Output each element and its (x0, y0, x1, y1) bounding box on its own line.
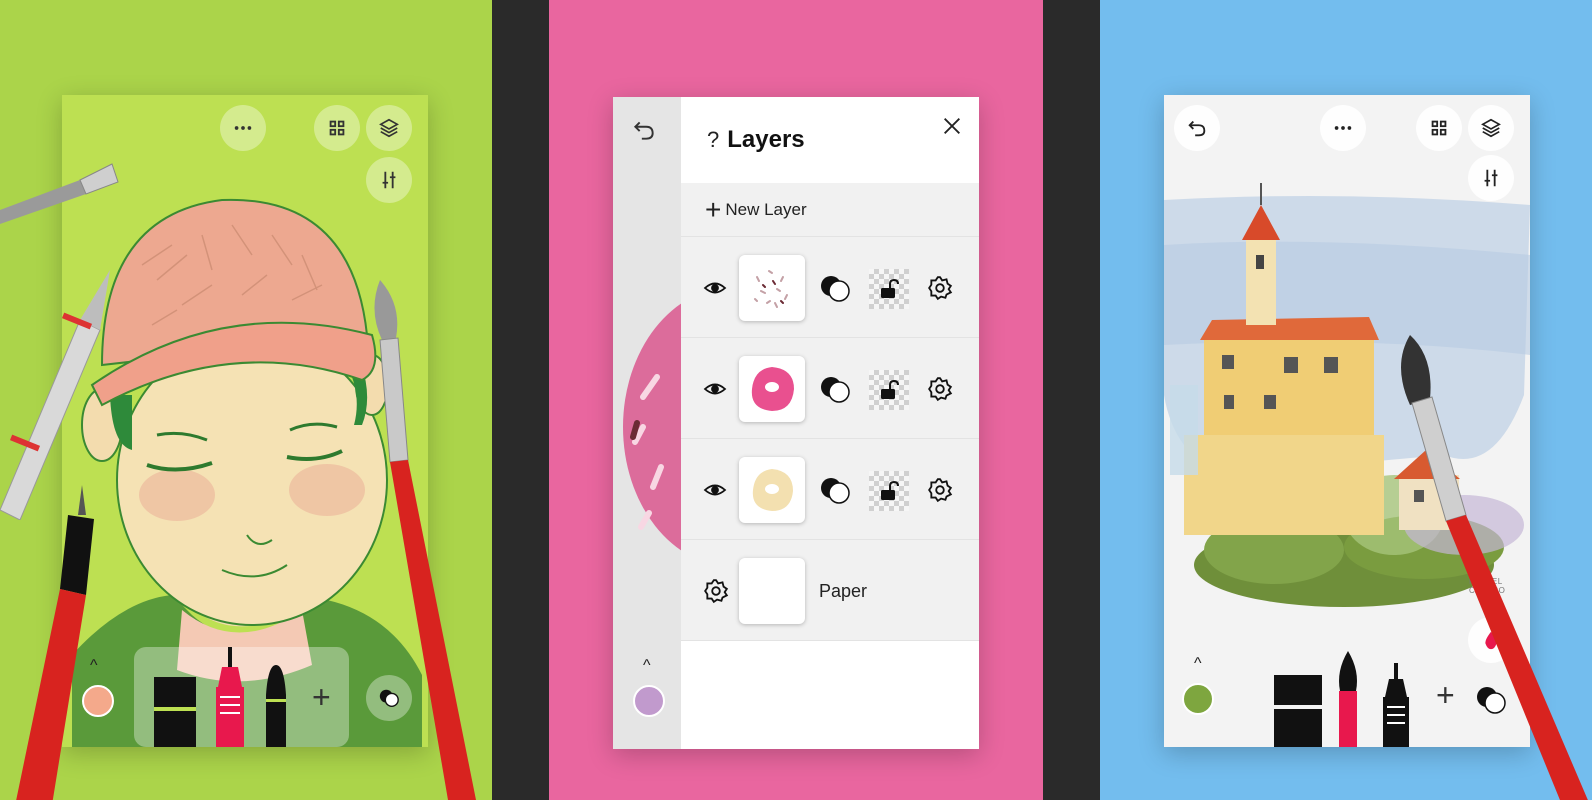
panel-layers: ^ ? Layers + New Layer Paper (549, 0, 1043, 800)
unlock-icon (881, 480, 899, 500)
color-swatch[interactable] (1182, 683, 1214, 715)
adjust-button[interactable] (1468, 155, 1514, 201)
more-icon (1334, 126, 1352, 130)
brush-tool-selected[interactable] (1334, 651, 1362, 747)
adjust-button[interactable] (366, 157, 412, 203)
alpha-lock-toggle[interactable] (869, 370, 909, 410)
pen-tool[interactable] (262, 665, 290, 747)
brush-tool-icon (1339, 651, 1357, 747)
alpha-lock-toggle[interactable] (869, 471, 909, 511)
color-swatch[interactable] (633, 685, 665, 717)
plus-icon: + (705, 193, 722, 225)
fineliner-tool-selected[interactable] (212, 647, 248, 747)
fineliner-tool-icon (216, 647, 244, 747)
layers-icon (1481, 118, 1501, 138)
sliders-icon (1484, 169, 1498, 187)
unlock-icon (881, 379, 899, 399)
eye-icon[interactable] (703, 377, 727, 401)
expand-caret-icon[interactable]: ^ (1194, 655, 1202, 673)
panel-portrait: ^ + (0, 0, 492, 800)
unlock-icon (881, 278, 899, 298)
cream-donut-thumbnail (752, 469, 793, 511)
undo-button[interactable] (631, 117, 657, 143)
help-icon[interactable]: ? (707, 127, 719, 153)
new-layer-label: New Layer (725, 199, 807, 219)
paper-layer-row[interactable]: Paper (681, 540, 979, 641)
gallery-button[interactable] (314, 105, 360, 151)
layers-title: Layers (727, 126, 805, 153)
flat-brush-illustration (0, 163, 119, 224)
undo-button[interactable] (1174, 105, 1220, 151)
paper-thumbnail[interactable] (739, 558, 805, 624)
layers-button[interactable] (366, 105, 412, 151)
gear-icon[interactable] (927, 275, 953, 301)
grid-icon (1431, 120, 1447, 136)
panel-watercolor: MIGUEL CASTRO ^ + (1100, 0, 1592, 800)
blend-mode-icon[interactable] (819, 374, 851, 404)
gallery-button[interactable] (1416, 105, 1462, 151)
gear-icon[interactable] (927, 477, 953, 503)
layer-thumbnail-pink-donut[interactable] (739, 356, 805, 422)
layer-row[interactable] (681, 439, 979, 540)
sprinkles-thumbnail (754, 270, 788, 308)
new-layer-button[interactable]: + New Layer (681, 183, 979, 237)
undo-icon (1188, 120, 1206, 137)
undo-icon (633, 121, 654, 140)
gear-icon[interactable] (703, 578, 729, 604)
pen-tool-icon (266, 665, 286, 747)
eye-icon[interactable] (703, 276, 727, 300)
grid-icon (329, 120, 345, 136)
layers-panel: ? Layers + New Layer Paper (681, 97, 979, 749)
blend-mode-icon[interactable] (819, 273, 851, 303)
gear-icon[interactable] (927, 376, 953, 402)
layer-row[interactable] (681, 338, 979, 439)
fineliner-illustration (16, 485, 94, 800)
pink-donut-thumbnail (751, 367, 794, 411)
close-icon[interactable] (941, 115, 963, 137)
marker-tool[interactable] (1274, 675, 1322, 747)
paper-label: Paper (819, 581, 868, 601)
expand-caret-icon[interactable]: ^ (643, 657, 651, 675)
layers-button[interactable] (1468, 105, 1514, 151)
marker-tool[interactable] (154, 677, 196, 747)
layers-header: ? Layers (681, 97, 979, 183)
add-tool-button[interactable]: + (312, 679, 331, 716)
eye-icon[interactable] (703, 478, 727, 502)
sliders-icon (382, 171, 396, 189)
phone-screen-layers: ^ ? Layers + New Layer Paper (613, 97, 979, 749)
layers-icon (379, 118, 399, 138)
pencil-illustration (0, 270, 110, 520)
layer-thumbnail-cream-donut[interactable] (739, 457, 805, 523)
watercolor-brush-illustration (1401, 335, 1588, 800)
layer-thumbnail-sprinkles[interactable] (739, 255, 805, 321)
round-brush-illustration (374, 280, 476, 800)
blend-mode-icon[interactable] (819, 475, 851, 505)
more-options-button[interactable] (1320, 105, 1366, 151)
layer-row[interactable] (681, 237, 979, 338)
alpha-lock-toggle[interactable] (869, 269, 909, 309)
more-icon (234, 126, 252, 130)
more-options-button[interactable] (220, 105, 266, 151)
